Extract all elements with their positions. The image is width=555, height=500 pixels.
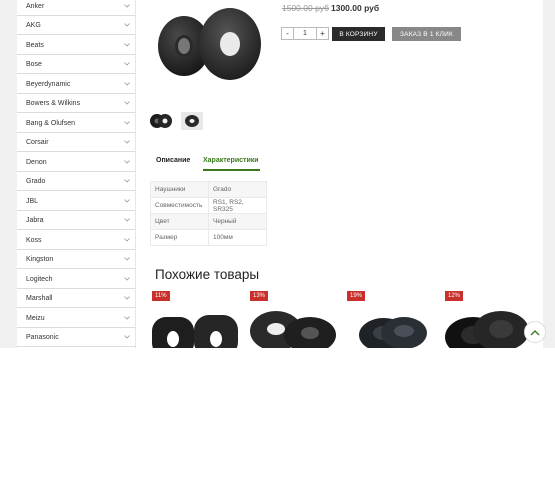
sidebar-item-jabra[interactable]: Jabra — [17, 211, 135, 230]
chevron-down-icon — [123, 138, 131, 146]
sidebar-item-label: Panasonic — [26, 333, 59, 341]
sidebar-item-label: Bang & Olufsen — [26, 119, 76, 127]
chevron-down-icon — [123, 236, 131, 244]
chevron-down-icon — [123, 275, 131, 283]
brand-sidebar: Anker AKG Beats Bose Beyerdynamic Bowers… — [17, 0, 136, 348]
discount-badge: 12% — [445, 291, 464, 301]
chevron-down-icon — [123, 314, 131, 322]
discount-badge: 13% — [250, 291, 269, 301]
sidebar-item-label: Marshall — [26, 294, 53, 302]
similar-product-image-2[interactable] — [248, 305, 340, 348]
spec-key: Размер — [150, 229, 209, 246]
discount-badge: 19% — [347, 291, 366, 301]
sidebar-item-beats[interactable]: Beats — [17, 36, 135, 55]
chevron-down-icon — [123, 21, 131, 29]
sidebar-item-logitech[interactable]: Logitech — [17, 270, 135, 289]
sidebar-item-corsair[interactable]: Corsair — [17, 133, 135, 152]
tab-description[interactable]: Описание — [156, 157, 190, 164]
spec-key: Совместимость — [150, 197, 209, 214]
similar-product-image-4[interactable] — [443, 305, 535, 348]
tab-specs[interactable]: Характеристики — [203, 157, 259, 164]
sidebar-item-bowers-wilkins[interactable]: Bowers & Wilkins — [17, 94, 135, 113]
spec-value: Черный — [208, 213, 267, 230]
table-row: Цвет Черный — [150, 213, 267, 230]
product-main-image[interactable] — [150, 2, 270, 90]
chevron-up-icon — [530, 323, 540, 341]
chevron-down-icon — [123, 41, 131, 49]
sidebar-item-label: Corsair — [26, 138, 49, 146]
chevron-down-icon — [123, 80, 131, 88]
sidebar-item-beyerdynamic[interactable]: Beyerdynamic — [17, 75, 135, 94]
spec-key: Цвет — [150, 213, 209, 230]
chevron-down-icon — [123, 177, 131, 185]
sidebar-item-panasonic[interactable]: Panasonic — [17, 328, 135, 347]
sidebar-item-bang-olufsen[interactable]: Bang & Olufsen — [17, 114, 135, 133]
sidebar-item-label: Beats — [26, 41, 44, 49]
qty-decrease-button[interactable]: - — [282, 28, 294, 39]
page-viewport: Anker AKG Beats Bose Beyerdynamic Bowers… — [0, 0, 555, 348]
sidebar-item-label: Bose — [26, 60, 42, 68]
chevron-down-icon — [123, 255, 131, 263]
old-price: 1500.00 руб — [282, 3, 329, 13]
sidebar-item-akg[interactable]: AKG — [17, 16, 135, 35]
chevron-down-icon — [123, 99, 131, 107]
spec-value: Grado — [208, 181, 267, 198]
product-thumbnail-1[interactable] — [149, 112, 173, 130]
one-click-order-button[interactable]: ЗАКАЗ В 1 КЛИК — [392, 27, 461, 41]
sidebar-item-label: AKG — [26, 21, 41, 29]
spec-key: Наушники — [150, 181, 209, 198]
quantity-stepper: - + — [281, 27, 329, 40]
sidebar-item-label: Meizu — [26, 314, 45, 322]
chevron-down-icon — [123, 216, 131, 224]
sidebar-item-bose[interactable]: Bose — [17, 55, 135, 74]
table-row: Размер 100мм — [150, 229, 267, 246]
right-gutter — [543, 0, 555, 348]
sidebar-item-label: Denon — [26, 158, 47, 166]
sidebar-item-anker[interactable]: Anker — [17, 0, 135, 16]
sidebar-item-grado[interactable]: Grado — [17, 172, 135, 191]
similar-product-image-1[interactable] — [150, 305, 242, 348]
chevron-down-icon — [123, 294, 131, 302]
chevron-down-icon — [123, 158, 131, 166]
table-row: Наушники Grado — [150, 181, 267, 198]
add-to-cart-button[interactable]: В КОРЗИНУ — [332, 27, 385, 41]
sidebar-item-jbl[interactable]: JBL — [17, 192, 135, 211]
sidebar-item-label: Koss — [26, 236, 42, 244]
sidebar-item-label: Bowers & Wilkins — [26, 99, 81, 107]
scroll-to-top-button[interactable] — [524, 321, 546, 343]
spec-value: RS1, RS2, SR325 — [208, 197, 267, 214]
left-gutter — [0, 0, 17, 348]
sidebar-item-label: Anker — [26, 2, 45, 10]
similar-product-image-3[interactable] — [346, 305, 438, 348]
sidebar-item-denon[interactable]: Denon — [17, 153, 135, 172]
chevron-down-icon — [123, 60, 131, 68]
qty-increase-button[interactable]: + — [316, 28, 328, 39]
spec-value: 100мм — [208, 229, 267, 246]
sidebar-item-label: Logitech — [26, 275, 53, 283]
active-tab-indicator — [203, 169, 260, 171]
product-thumbnail-2[interactable] — [181, 112, 203, 130]
chevron-down-icon — [123, 197, 131, 205]
sidebar-item-label: Beyerdynamic — [26, 80, 71, 88]
sidebar-item-marshall[interactable]: Marshall — [17, 289, 135, 308]
similar-products-title: Похожие товары — [155, 267, 260, 282]
table-row: Совместимость RS1, RS2, SR325 — [150, 197, 267, 214]
specs-table: Наушники Grado Совместимость RS1, RS2, S… — [150, 181, 267, 246]
chevron-down-icon — [123, 333, 131, 341]
chevron-down-icon — [123, 119, 131, 127]
current-price: 1300.00 руб — [331, 3, 380, 13]
chevron-down-icon — [123, 2, 131, 10]
sidebar-item-label: Jabra — [26, 216, 44, 224]
sidebar-item-label: JBL — [26, 197, 39, 205]
sidebar-item-label: Kingston — [26, 255, 54, 263]
sidebar-item-label: Grado — [26, 177, 46, 185]
sidebar-item-kingston[interactable]: Kingston — [17, 250, 135, 269]
quantity-input[interactable] — [294, 28, 316, 39]
discount-badge: 11% — [152, 291, 170, 301]
sidebar-item-meizu[interactable]: Meizu — [17, 309, 135, 328]
sidebar-item-koss[interactable]: Koss — [17, 231, 135, 250]
